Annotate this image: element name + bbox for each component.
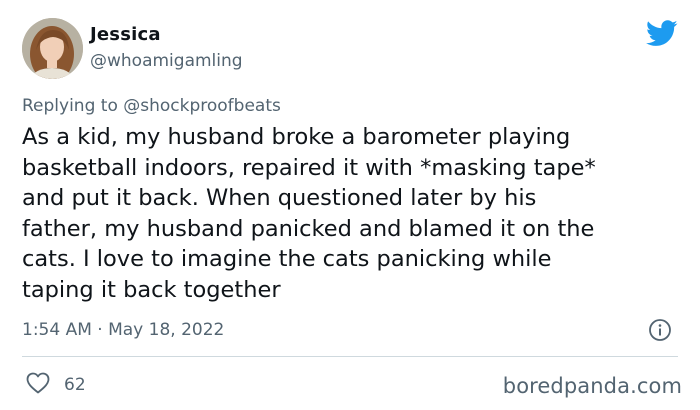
tweet-timestamp[interactable]: 1:54 AM · May 18, 2022 <box>22 320 224 340</box>
heart-icon <box>26 372 50 398</box>
author-handle[interactable]: @whoamigamling <box>90 51 243 71</box>
info-icon[interactable] <box>648 318 672 346</box>
avatar[interactable] <box>22 18 83 79</box>
like-count: 62 <box>64 375 86 395</box>
watermark: boredpanda.com <box>502 374 682 398</box>
replying-prefix: Replying to <box>22 96 124 116</box>
like-button[interactable]: 62 <box>26 372 86 398</box>
twitter-bird-icon <box>646 20 678 51</box>
tweet-text: As a kid, my husband broke a barometer p… <box>22 124 596 303</box>
tweet-card: Jessica @whoamigamling Replying to @shoc… <box>0 0 700 410</box>
author-name[interactable]: Jessica <box>90 24 161 45</box>
reply-mention-link[interactable]: @shockproofbeats <box>123 96 281 116</box>
divider <box>22 356 678 357</box>
replying-to: Replying to @shockproofbeats <box>22 96 281 116</box>
